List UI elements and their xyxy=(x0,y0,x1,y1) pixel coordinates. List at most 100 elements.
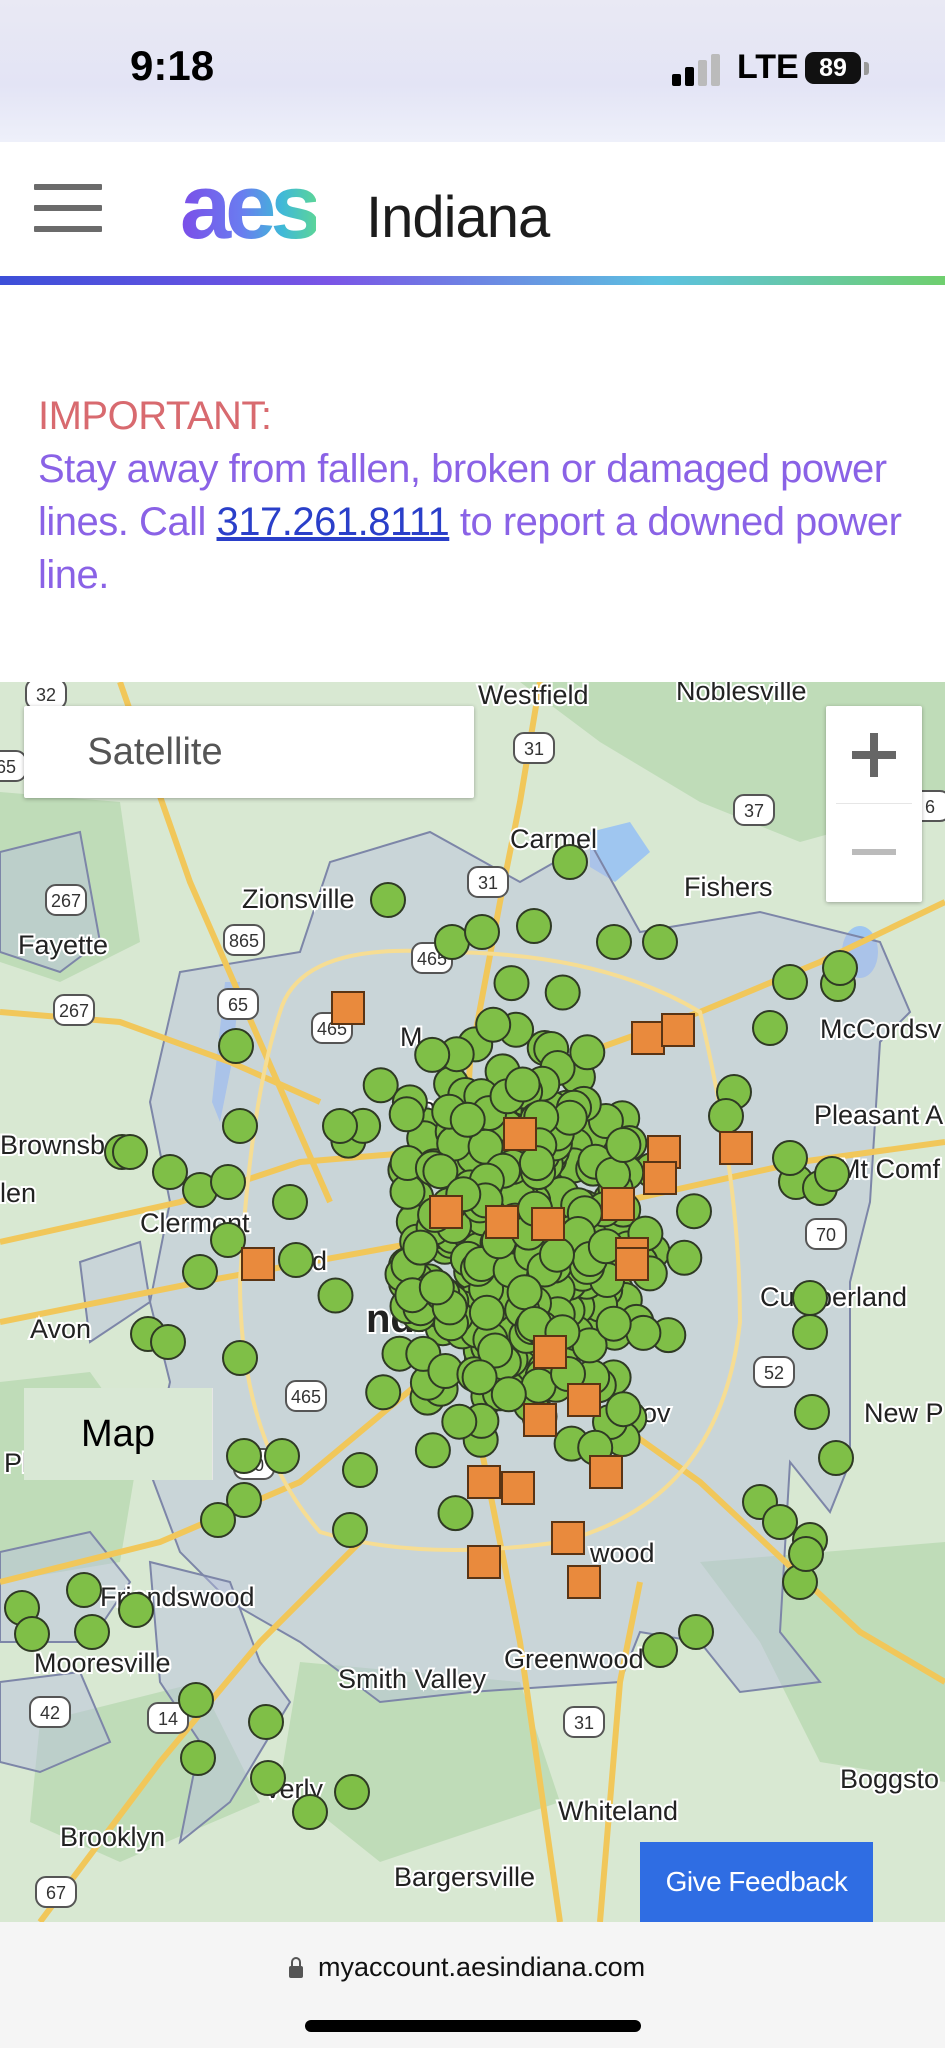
outage-circle-marker[interactable] xyxy=(322,1108,358,1144)
outage-circle-marker[interactable] xyxy=(278,1242,314,1278)
outage-circle-marker[interactable] xyxy=(772,964,808,1000)
outage-circle-marker[interactable] xyxy=(708,1098,744,1134)
outage-circle-marker[interactable] xyxy=(461,1359,498,1396)
outage-circle-marker[interactable] xyxy=(150,1324,186,1360)
browser-address-bar[interactable]: myaccount.aesindiana.com xyxy=(0,1922,945,2048)
outage-circle-marker[interactable] xyxy=(414,1036,451,1073)
outage-circle-marker[interactable] xyxy=(210,1164,246,1200)
outage-circle-marker[interactable] xyxy=(772,1140,808,1176)
crew-square-marker[interactable] xyxy=(615,1247,649,1281)
outage-circle-marker[interactable] xyxy=(178,1682,214,1718)
outage-circle-marker[interactable] xyxy=(676,1193,712,1230)
outage-circle-marker[interactable] xyxy=(402,1229,439,1266)
outage-circle-marker[interactable] xyxy=(814,1156,850,1192)
crew-square-marker[interactable] xyxy=(523,1403,557,1437)
crew-square-marker[interactable] xyxy=(531,1207,565,1241)
outage-circle-marker[interactable] xyxy=(441,1403,478,1440)
outage-circle-marker[interactable] xyxy=(518,1145,555,1182)
outage-circle-marker[interactable] xyxy=(112,1134,148,1170)
outage-map[interactable]: Westfield Noblesville Carmel Fishers Zio… xyxy=(0,682,945,1922)
outage-circle-marker[interactable] xyxy=(625,1314,662,1351)
outage-circle-marker[interactable] xyxy=(222,1340,258,1376)
outage-circle-marker[interactable] xyxy=(678,1614,714,1650)
outage-circle-marker[interactable] xyxy=(539,1236,575,1273)
outage-circle-marker[interactable] xyxy=(822,950,858,986)
outage-circle-marker[interactable] xyxy=(292,1794,328,1830)
outage-circle-marker[interactable] xyxy=(226,1438,262,1474)
outage-circle-marker[interactable] xyxy=(272,1184,308,1220)
outage-circle-marker[interactable] xyxy=(200,1502,236,1538)
outage-circle-marker[interactable] xyxy=(388,1096,425,1133)
crew-square-marker[interactable] xyxy=(503,1117,537,1151)
outage-circle-marker[interactable] xyxy=(250,1760,286,1796)
outage-circle-marker[interactable] xyxy=(418,1269,455,1306)
outage-circle-marker[interactable] xyxy=(552,844,588,880)
crew-square-marker[interactable] xyxy=(567,1383,601,1417)
outage-circle-marker[interactable] xyxy=(516,908,552,944)
satellite-view-button[interactable]: Satellite xyxy=(24,706,286,798)
crew-square-marker[interactable] xyxy=(485,1205,519,1239)
outage-circle-marker[interactable] xyxy=(506,1274,543,1311)
outage-circle-marker[interactable] xyxy=(210,1222,246,1258)
give-feedback-button[interactable]: Give Feedback xyxy=(640,1842,873,1922)
report-phone-link[interactable]: 317.261.8111 xyxy=(217,500,450,544)
crew-square-marker[interactable] xyxy=(601,1187,635,1221)
url-text[interactable]: myaccount.aesindiana.com xyxy=(318,1952,645,1983)
outage-circle-marker[interactable] xyxy=(437,1495,474,1532)
outage-circle-marker[interactable] xyxy=(370,882,406,918)
outage-circle-marker[interactable] xyxy=(818,1440,854,1476)
home-indicator[interactable] xyxy=(305,2020,641,2032)
outage-circle-marker[interactable] xyxy=(248,1704,284,1740)
outage-circle-marker[interactable] xyxy=(362,1067,399,1104)
outage-circle-marker[interactable] xyxy=(152,1154,188,1190)
crew-square-marker[interactable] xyxy=(241,1247,275,1281)
crew-square-marker[interactable] xyxy=(331,991,365,1025)
outage-circle-marker[interactable] xyxy=(596,924,632,960)
outage-circle-marker[interactable] xyxy=(14,1616,50,1652)
outage-circle-marker[interactable] xyxy=(118,1592,154,1628)
outage-circle-marker[interactable] xyxy=(788,1536,824,1572)
outage-circle-marker[interactable] xyxy=(468,1294,505,1331)
map-canvas[interactable]: Westfield Noblesville Carmel Fishers Zio… xyxy=(0,682,945,1922)
crew-square-marker[interactable] xyxy=(661,1013,695,1047)
outage-circle-marker[interactable] xyxy=(642,924,678,960)
outage-circle-marker[interactable] xyxy=(449,1101,486,1138)
outage-circle-marker[interactable] xyxy=(794,1394,830,1430)
outage-circle-marker[interactable] xyxy=(792,1280,828,1316)
outage-circle-marker[interactable] xyxy=(66,1572,102,1608)
outage-circle-marker[interactable] xyxy=(605,1391,642,1428)
outage-circle-marker[interactable] xyxy=(414,1432,451,1469)
outage-circle-marker[interactable] xyxy=(475,1006,512,1043)
outage-circle-marker[interactable] xyxy=(642,1632,678,1668)
outage-circle-marker[interactable] xyxy=(365,1374,402,1411)
outage-circle-marker[interactable] xyxy=(752,1010,788,1046)
outage-circle-marker[interactable] xyxy=(490,1376,527,1413)
outage-circle-marker[interactable] xyxy=(264,1438,300,1474)
outage-circle-marker[interactable] xyxy=(180,1740,216,1776)
crew-square-marker[interactable] xyxy=(643,1161,677,1195)
outage-circle-marker[interactable] xyxy=(317,1277,354,1314)
hamburger-menu-icon[interactable] xyxy=(34,184,102,232)
outage-circle-marker[interactable] xyxy=(569,1034,606,1071)
crew-square-marker[interactable] xyxy=(719,1131,753,1165)
outage-circle-marker[interactable] xyxy=(218,1028,254,1064)
minus-icon[interactable] xyxy=(826,804,922,902)
map-view-button[interactable]: Map xyxy=(24,1388,213,1480)
outage-circle-marker[interactable] xyxy=(222,1108,258,1144)
crew-square-marker[interactable] xyxy=(467,1465,501,1499)
crew-square-marker[interactable] xyxy=(429,1195,463,1229)
outage-circle-marker[interactable] xyxy=(464,914,500,950)
plus-icon[interactable] xyxy=(826,706,922,804)
outage-circle-marker[interactable] xyxy=(332,1512,368,1548)
outage-circle-marker[interactable] xyxy=(493,965,530,1002)
outage-circle-marker[interactable] xyxy=(182,1254,218,1290)
crew-square-marker[interactable] xyxy=(533,1335,567,1369)
outage-circle-marker[interactable] xyxy=(605,1127,642,1163)
outage-circle-marker[interactable] xyxy=(334,1774,370,1810)
outage-circle-marker[interactable] xyxy=(792,1314,828,1350)
outage-circle-marker[interactable] xyxy=(504,1066,541,1103)
crew-square-marker[interactable] xyxy=(467,1545,501,1579)
outage-circle-marker[interactable] xyxy=(342,1452,378,1488)
outage-circle-marker[interactable] xyxy=(434,924,470,960)
crew-square-marker[interactable] xyxy=(551,1521,585,1555)
